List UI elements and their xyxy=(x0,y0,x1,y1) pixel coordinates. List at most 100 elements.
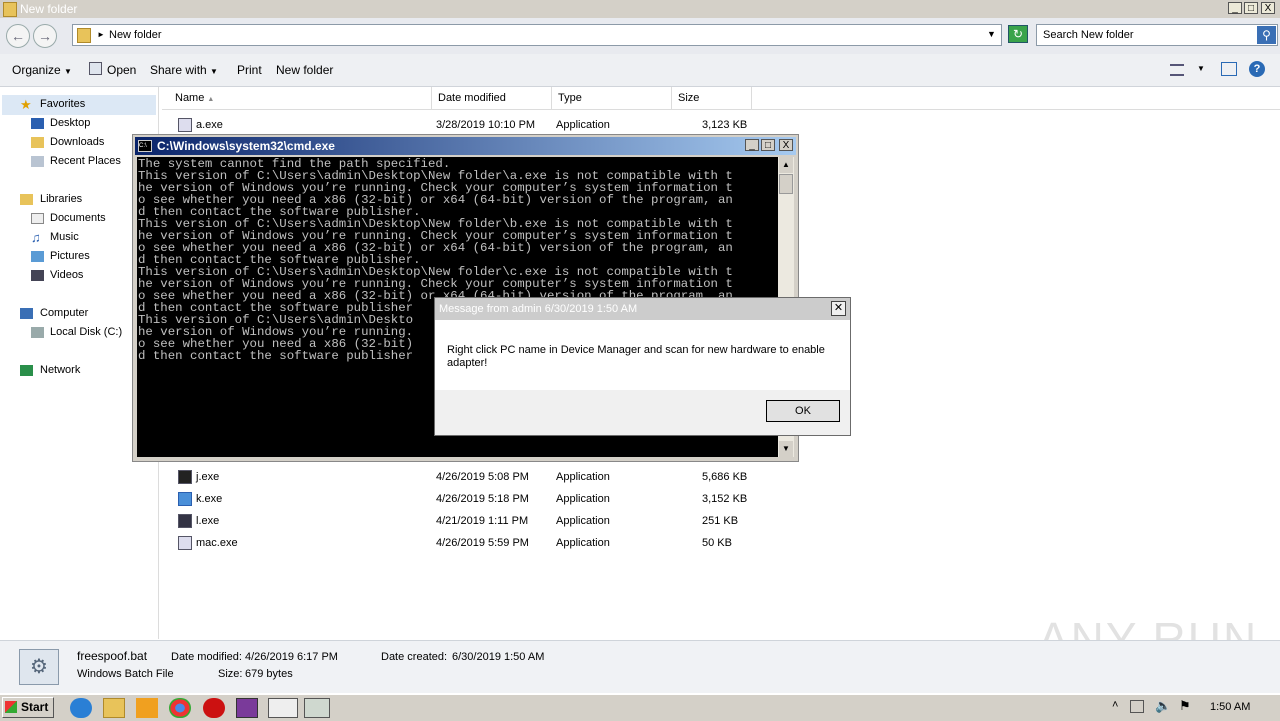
star-icon: ★ xyxy=(20,97,32,112)
media-player-icon[interactable] xyxy=(136,698,158,718)
file-name: k.exe xyxy=(196,493,223,505)
file-size: 5,686 KB xyxy=(702,471,748,483)
cmd-icon: C:\ xyxy=(138,140,152,152)
close-icon[interactable]: ✕ xyxy=(831,301,846,316)
internet-explorer-icon[interactable] xyxy=(70,698,92,718)
nav-computer[interactable]: Computer xyxy=(40,307,88,319)
column-type[interactable]: Type xyxy=(552,87,672,109)
file-size: 3,152 KB xyxy=(702,493,748,505)
window-taskbar-icon[interactable] xyxy=(304,698,330,718)
breadcrumb-current[interactable]: New folder xyxy=(109,29,162,41)
scroll-down-icon[interactable]: ▼ xyxy=(779,441,793,457)
print-button[interactable]: Print xyxy=(237,63,262,77)
search-input[interactable]: Search New folder xyxy=(1043,29,1134,41)
forward-button[interactable]: → xyxy=(33,24,57,48)
file-date: 4/26/2019 5:18 PM xyxy=(436,493,529,505)
search-icon[interactable]: ⚲ xyxy=(1257,26,1276,44)
folder-icon xyxy=(77,28,91,43)
details-created-value: 6/30/2019 1:50 AM xyxy=(452,651,545,663)
file-row[interactable]: k.exe 4/26/2019 5:18 PM Application 3,15… xyxy=(170,489,770,511)
nav-network[interactable]: Network xyxy=(40,364,80,376)
flag-icon[interactable]: ⚑ xyxy=(1179,698,1191,714)
minimize-button[interactable]: _ xyxy=(1228,2,1242,14)
desktop-icon xyxy=(31,118,44,129)
search-box[interactable]: Search New folder ⚲ xyxy=(1036,24,1278,46)
application-icon xyxy=(178,118,192,132)
network-tray-icon[interactable] xyxy=(1130,700,1144,713)
file-type: Application xyxy=(556,471,610,483)
preview-pane-icon[interactable] xyxy=(1221,62,1237,76)
breadcrumb-arrow-icon[interactable]: ► xyxy=(97,30,105,39)
volume-icon[interactable]: 🔈 xyxy=(1155,698,1171,714)
nav-desktop[interactable]: Desktop xyxy=(50,117,90,129)
chrome-icon[interactable] xyxy=(169,698,191,718)
cmd-maximize-button[interactable]: □ xyxy=(761,139,775,151)
nav-favorites[interactable]: Favorites xyxy=(40,98,85,110)
file-row[interactable]: l.exe 4/21/2019 1:11 PM Application 251 … xyxy=(170,511,770,533)
file-type: Application xyxy=(556,537,610,549)
nav-pictures[interactable]: Pictures xyxy=(50,250,90,262)
view-options-icon[interactable] xyxy=(1170,64,1184,76)
column-header-row: Name ▲ Date modified Type Size xyxy=(162,87,1280,110)
details-size-value: 679 bytes xyxy=(245,668,293,680)
column-size[interactable]: Size xyxy=(672,87,752,109)
explorer-icon[interactable] xyxy=(103,698,125,718)
nav-libraries[interactable]: Libraries xyxy=(40,193,82,205)
clock[interactable]: 1:50 AM xyxy=(1210,701,1250,713)
cmd-title-bar[interactable]: C:\ C:\Windows\system32\cmd.exe _ □ X xyxy=(135,137,796,155)
refresh-icon[interactable]: ↻ xyxy=(1008,25,1028,43)
scroll-up-icon[interactable]: ▲ xyxy=(779,157,793,173)
file-type: Application xyxy=(556,515,610,527)
open-button[interactable]: Open xyxy=(107,63,136,77)
ok-button[interactable]: OK xyxy=(766,400,840,422)
windows-logo-icon xyxy=(5,701,17,713)
file-date: 4/26/2019 5:59 PM xyxy=(436,537,529,549)
details-modified-value: 4/26/2019 6:17 PM xyxy=(245,651,338,663)
tray-expand-icon[interactable]: ˄ xyxy=(1112,699,1118,711)
new-folder-button[interactable]: New folder xyxy=(276,63,333,77)
help-icon[interactable]: ? xyxy=(1249,61,1265,77)
window-title-bar: New folder _ □ X xyxy=(0,0,1280,18)
winrar-icon[interactable] xyxy=(236,698,258,718)
nav-downloads[interactable]: Downloads xyxy=(50,136,104,148)
console-line: d then contact the software publisher xyxy=(138,349,414,363)
application-icon xyxy=(178,536,192,550)
chevron-down-icon[interactable]: ▼ xyxy=(1197,64,1205,73)
details-modified-label: Date modified: xyxy=(171,651,242,663)
address-bar[interactable]: ► New folder ▼ xyxy=(72,24,1002,46)
column-date[interactable]: Date modified xyxy=(432,87,552,109)
music-icon: ♫ xyxy=(31,230,41,245)
file-row[interactable]: mac.exe 4/26/2019 5:59 PM Application 50… xyxy=(170,533,770,555)
details-filename: freespoof.bat xyxy=(77,649,148,663)
nav-recent-places[interactable]: Recent Places xyxy=(50,155,121,167)
window-title: New folder xyxy=(20,2,78,16)
nav-videos[interactable]: Videos xyxy=(50,269,83,281)
nav-documents[interactable]: Documents xyxy=(50,212,106,224)
file-name: j.exe xyxy=(196,471,220,483)
message-dialog[interactable]: Message from admin 6/30/2019 1:50 AM ✕ R… xyxy=(434,297,851,436)
cmd-taskbar-icon[interactable] xyxy=(268,698,298,718)
nav-music[interactable]: Music xyxy=(50,231,79,243)
cmd-minimize-button[interactable]: _ xyxy=(745,139,759,151)
opera-icon[interactable] xyxy=(203,698,225,718)
nav-local-disk[interactable]: Local Disk (C:) xyxy=(50,326,122,338)
organize-button[interactable]: Organize ▼ xyxy=(12,63,72,77)
file-row[interactable]: j.exe 4/26/2019 5:08 PM Application 5,68… xyxy=(170,467,770,489)
message-body: Right click PC name in Device Manager an… xyxy=(435,320,850,390)
share-with-button[interactable]: Share with ▼ xyxy=(150,63,218,77)
close-button[interactable]: X xyxy=(1261,2,1275,14)
column-name[interactable]: Name ▲ xyxy=(169,87,432,109)
share-with-label: Share with xyxy=(150,63,207,77)
file-name: l.exe xyxy=(196,515,220,527)
back-button[interactable]: ← xyxy=(6,24,30,48)
downloads-icon xyxy=(31,137,44,148)
cmd-close-button[interactable]: X xyxy=(779,139,793,151)
column-name-label: Name xyxy=(175,92,205,104)
scroll-thumb[interactable] xyxy=(779,174,793,194)
file-name: mac.exe xyxy=(196,537,238,549)
address-dropdown-icon[interactable]: ▼ xyxy=(987,29,996,39)
message-title-bar[interactable]: Message from admin 6/30/2019 1:50 AM ✕ xyxy=(435,298,850,320)
maximize-button[interactable]: □ xyxy=(1244,2,1258,14)
file-type: Application xyxy=(556,493,610,505)
start-label: Start xyxy=(21,700,49,714)
